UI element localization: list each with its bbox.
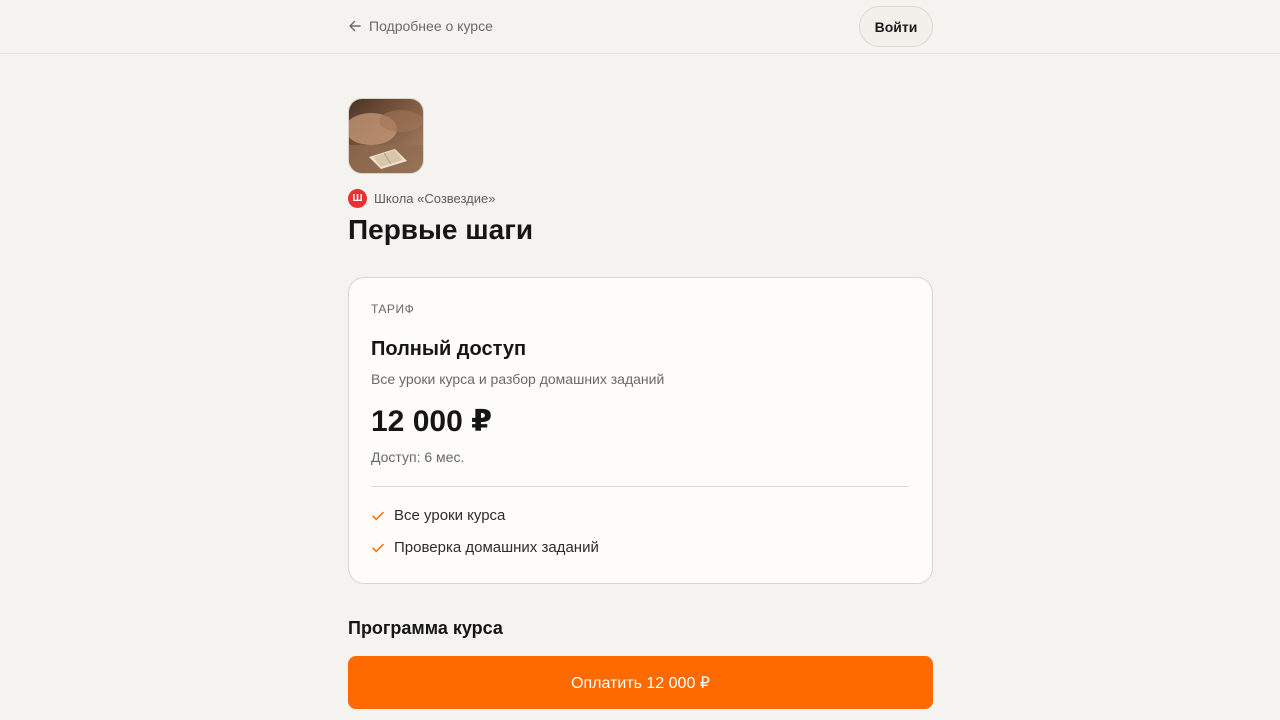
course-program-heading: Программа курса	[348, 618, 503, 638]
tariff-access-duration: Доступ: 6 мес.	[371, 449, 465, 465]
divider	[371, 486, 909, 487]
tariff-feature-label: Проверка домашних заданий	[394, 539, 599, 556]
login-button[interactable]: Войти	[859, 6, 933, 47]
arrow-left-icon	[348, 19, 362, 33]
check-icon	[371, 541, 385, 555]
tariff-feature-label: Все уроки курса	[394, 507, 506, 524]
top-bar: Подробнее о курсе Войти	[0, 0, 1280, 54]
tariff-price: 12 000 ₽	[371, 405, 492, 438]
tariff-description: Все уроки курса и разбор домашних задани…	[371, 371, 665, 387]
tariff-feature-item: Все уроки курса	[371, 507, 505, 524]
school-name: Школа «Созвездие»	[374, 191, 496, 206]
tariff-name: Полный доступ	[371, 338, 527, 360]
school-logo: Ш	[348, 189, 367, 208]
check-icon	[371, 509, 385, 523]
tariff-section-label: ТАРИФ	[371, 302, 415, 316]
school-info: Ш Школа «Созвездие»	[348, 189, 495, 208]
pay-button[interactable]: Оплатить 12 000 ₽	[348, 656, 933, 709]
course-cover-image	[348, 98, 424, 174]
tariff-card: ТАРИФ Полный доступ Все уроки курса и ра…	[348, 277, 933, 584]
back-link-label: Подробнее о курсе	[369, 18, 493, 34]
tariff-feature-item: Проверка домашних заданий	[371, 539, 599, 556]
back-to-course-link[interactable]: Подробнее о курсе	[348, 17, 493, 35]
course-title: Первые шаги	[348, 214, 534, 245]
